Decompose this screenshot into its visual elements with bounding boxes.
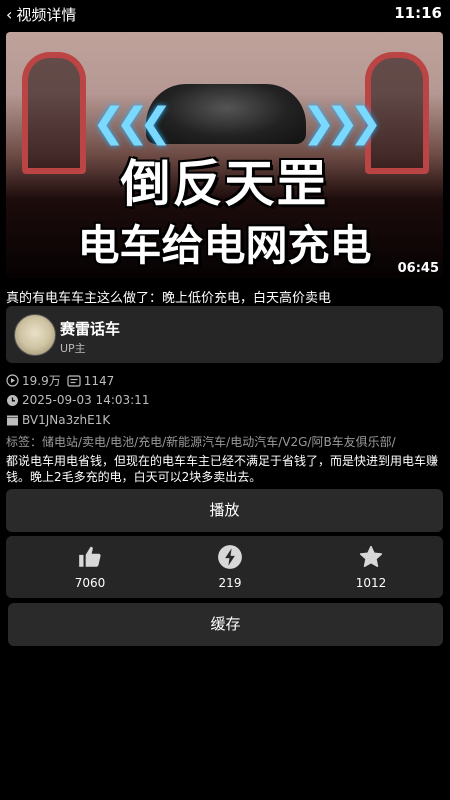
video-description: 都说电车用电省钱，但现在的电车车主已经不满足于省钱了，而是快进到用电车赚钱。晚上… [6,454,439,484]
play-count-icon [6,374,19,387]
video-title: 真的有电车车主这么做了：晚上低价充电，白天高价卖电 [6,291,332,306]
arrows-right-icon: ❯❯❯ [302,100,382,146]
action-bar: 7060 219 1012 [6,536,443,598]
publish-date-row: 2025-09-03 14:03:11 [6,393,149,407]
cover-title-line1: 倒反天罡 [120,155,329,213]
star-icon [359,545,383,568]
chevron-left-icon: ‹ [6,5,13,24]
favorite-count: 1012 [355,576,387,590]
danmaku-count: 1147 [83,373,115,388]
coin-bolt-icon [218,545,242,569]
back-button[interactable]: ‹ 视频详情 [6,4,76,25]
page-title: 视频详情 [16,6,77,24]
bvid: BV1JNa3zhE1K [22,413,111,427]
bvid-row: BV1JNa3zhE1K [6,413,110,427]
view-count: 19.9万 [22,374,61,388]
like-count: 7060 [74,576,106,590]
clapperboard-icon [7,415,18,426]
video-cover[interactable]: ❮❮❮ ❯❯❯ 倒反天罡 电车给电网充电 06:45 [6,32,443,278]
coin-button[interactable]: 219 [190,544,270,590]
clock-icon [7,394,18,406]
clock: 11:16 [394,4,442,22]
avatar[interactable] [14,314,56,356]
arrows-left-icon: ❮❮❮ [92,100,172,146]
car-graphic [146,84,306,144]
status-bar: ‹ 视频详情 11:16 [0,0,450,28]
publish-date: 2025-09-03 14:03:11 [22,393,150,407]
uploader-name: 赛雷话车 [60,320,121,338]
thumbs-up-icon [79,546,101,567]
coin-count: 219 [218,576,242,590]
uploader-card[interactable]: 赛雷话车 UP主 [6,306,443,363]
play-button[interactable]: 播放 [6,489,443,532]
favorite-button[interactable]: 1012 [331,544,411,590]
video-duration: 06:45 [397,261,439,276]
stats-row: 19.9万 1147 [6,372,114,389]
like-button[interactable]: 7060 [50,544,130,590]
uploader-role: UP主 [60,342,86,355]
cache-button[interactable]: 缓存 [8,603,443,646]
danmaku-icon [67,374,81,387]
cover-title-line2: 电车给电网充电 [77,221,372,270]
tags[interactable]: 标签：储电站/卖电/电池/充电/新能源汽车/电动汽车/V2G/阿B车友俱乐部/ [6,433,446,450]
